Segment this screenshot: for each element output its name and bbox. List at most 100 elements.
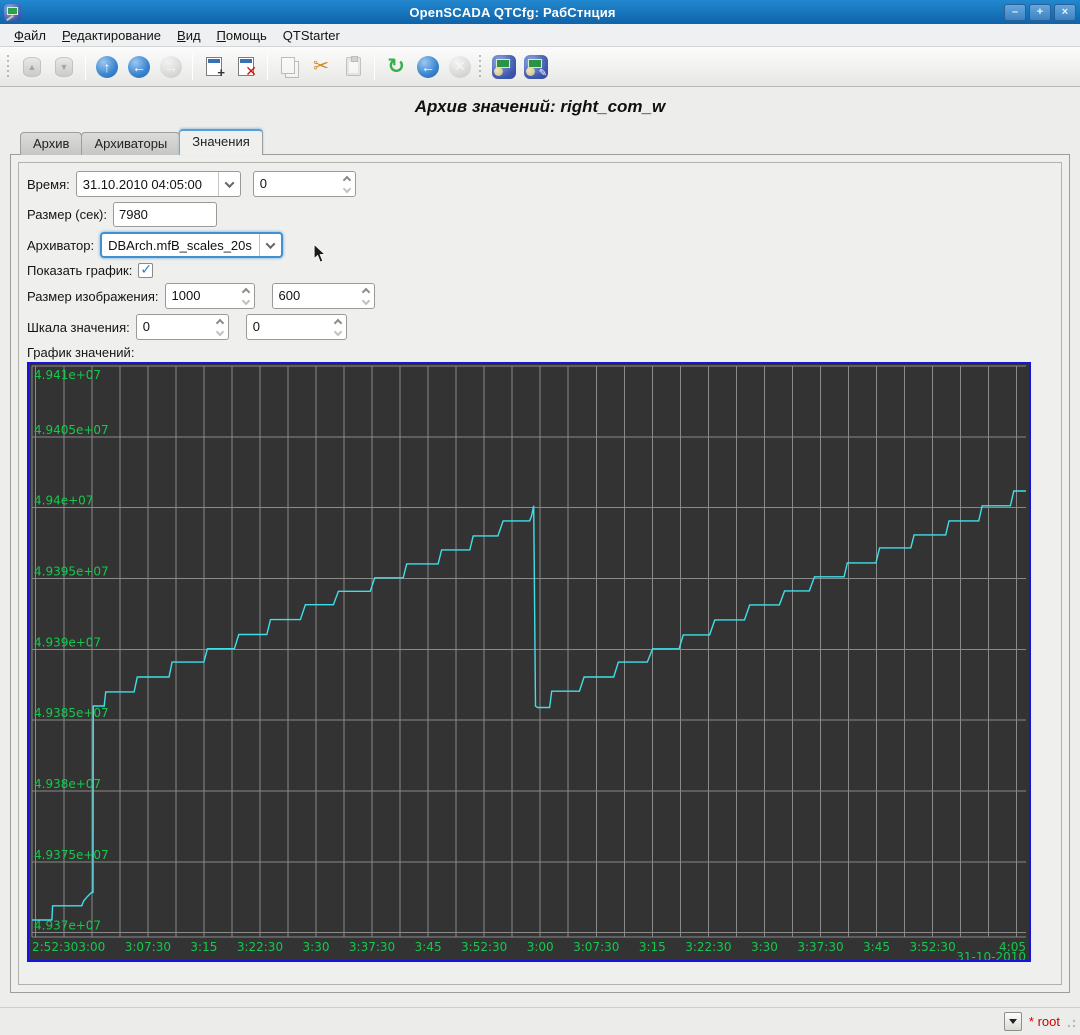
tab-values[interactable]: Значения (179, 129, 262, 155)
app-icon (4, 4, 21, 21)
item-add-button[interactable]: + (199, 52, 229, 82)
title-bar: OpenSCADA QTCfg: РабСтнция –+× (0, 0, 1080, 24)
copy-button[interactable] (274, 52, 304, 82)
cut-button[interactable]: ✂ (306, 52, 336, 82)
time-usec-value: 0 (254, 172, 340, 196)
archiver-label: Архиватор: (27, 238, 94, 253)
toolbar-separator (192, 54, 193, 80)
checkmark-icon: ✓ (140, 261, 152, 278)
qtstarter-vision-icon: ✎ (524, 55, 548, 79)
status-bar: * root (0, 1007, 1080, 1035)
show-graph-label: Показать график: (27, 263, 132, 278)
archiver-combo[interactable]: DBArch.mfB_scales_20s (100, 232, 283, 258)
resize-grip-icon[interactable] (1066, 1018, 1076, 1028)
image-width-spinbox[interactable]: 1000 (165, 283, 255, 309)
value-scale-row: Шкала значения: 0 0 (27, 314, 1055, 340)
item-delete-icon: ✕ (238, 57, 254, 76)
item-add-icon: + (206, 57, 222, 76)
time-usec-spinbox[interactable]: 0 (253, 171, 356, 197)
svg-text:4.9405e+07: 4.9405e+07 (34, 423, 109, 437)
nav-forward-button[interactable]: → (156, 52, 186, 82)
load-page-button[interactable]: ← (413, 52, 443, 82)
values-chart: 4.941e+07 4.9405e+07 4.94e+07 4.9395e+07 4.9… (27, 362, 1055, 967)
paste-button[interactable] (338, 52, 368, 82)
svg-text:3:30: 3:30 (303, 940, 330, 954)
svg-text:3:52:30: 3:52:30 (461, 940, 507, 954)
svg-text:4.9395e+07: 4.9395e+07 (34, 565, 109, 579)
nav-back-button[interactable]: ← (124, 52, 154, 82)
show-graph-row: Показать график: ✓ (27, 263, 1055, 278)
svg-text:4.94e+07: 4.94e+07 (34, 494, 93, 508)
spinner-arrows-icon[interactable] (331, 315, 346, 339)
show-graph-checkbox[interactable]: ✓ (138, 263, 153, 278)
scale-end-spinbox[interactable]: 0 (246, 314, 347, 340)
svg-text:4.941e+07: 4.941e+07 (34, 368, 101, 382)
scale-end-value: 0 (247, 315, 331, 339)
spinner-arrows-icon[interactable] (239, 284, 254, 308)
time-label: Время: (27, 177, 70, 192)
svg-text:4.9385e+07: 4.9385e+07 (34, 706, 109, 720)
tab-pane: Время: 31.10.2010 04:05:00 0 Размер (сек… (10, 154, 1070, 993)
item-delete-button[interactable]: ✕ (231, 52, 261, 82)
menu-bar: ФайлРедактированиеВидПомощьQTStarter (0, 24, 1080, 47)
qtstarter-configurator-icon (492, 55, 516, 79)
spinner-arrows-icon[interactable] (340, 172, 355, 196)
archiver-row: Архиватор: DBArch.mfB_scales_20s (27, 232, 1055, 258)
toolbar: ▲ ▼ ↑ ← → + ✕ ✂ ↻ ← ✕ ✎ (0, 47, 1080, 87)
refresh-button[interactable]: ↻ (381, 52, 411, 82)
page-title: Архив значений: right_com_w (0, 97, 1080, 117)
close-button[interactable]: × (1054, 4, 1076, 21)
image-width-value: 1000 (166, 284, 239, 308)
user-dropdown-button[interactable] (1004, 1012, 1022, 1031)
svg-text:2:52:30: 2:52:30 (32, 940, 78, 954)
size-row: Размер (сек): (27, 202, 1055, 227)
maximize-button[interactable]: + (1029, 4, 1051, 21)
nav-up-button[interactable]: ↑ (92, 52, 122, 82)
load-from-db-button[interactable]: ▲ (17, 52, 47, 82)
chevron-down-icon[interactable] (218, 172, 240, 196)
menu-item-help[interactable]: Помощь (209, 26, 275, 45)
image-size-label: Размер изображения: (27, 289, 159, 304)
save-to-db-icon: ▼ (55, 57, 73, 77)
toolbar-separator (374, 54, 375, 80)
spinner-arrows-icon[interactable] (213, 315, 228, 339)
archiver-value: DBArch.mfB_scales_20s (102, 238, 259, 253)
menu-item-qtstarter[interactable]: QTStarter (275, 26, 348, 45)
minimize-button[interactable]: – (1004, 4, 1026, 21)
refresh-icon: ↻ (387, 56, 405, 77)
stop-icon: ✕ (449, 56, 471, 78)
tab-archive[interactable]: Архив (20, 132, 82, 155)
tab-archivators[interactable]: Архиваторы (81, 132, 180, 155)
copy-icon (281, 57, 295, 74)
menu-item-file[interactable]: Файл (6, 26, 54, 45)
svg-text:3:37:30: 3:37:30 (349, 940, 395, 954)
svg-text:3:07:30: 3:07:30 (573, 940, 619, 954)
spinner-arrows-icon[interactable] (359, 284, 374, 308)
chevron-down-icon[interactable] (259, 234, 281, 256)
scale-begin-spinbox[interactable]: 0 (136, 314, 229, 340)
svg-text:3:52:30: 3:52:30 (909, 940, 955, 954)
toolbar-separator (267, 54, 268, 80)
load-from-db-icon: ▲ (23, 57, 41, 77)
nav-back-icon: ← (128, 56, 150, 78)
svg-text:3:22:30: 3:22:30 (685, 940, 731, 954)
menu-item-view[interactable]: Вид (169, 26, 209, 45)
stop-button[interactable]: ✕ (445, 52, 475, 82)
svg-text:3:37:30: 3:37:30 (797, 940, 843, 954)
toolbar-handle[interactable] (7, 55, 13, 79)
menu-item-edit[interactable]: Редактирование (54, 26, 169, 45)
value-scale-label: Шкала значения: (27, 320, 130, 335)
time-combo[interactable]: 31.10.2010 04:05:00 (76, 171, 241, 197)
window-controls: –+× (1004, 4, 1076, 21)
qtstarter-configurator-button[interactable] (489, 52, 519, 82)
load-page-icon: ← (417, 56, 439, 78)
svg-text:3:30: 3:30 (751, 940, 778, 954)
save-to-db-button[interactable]: ▼ (49, 52, 79, 82)
svg-text:3:45: 3:45 (415, 940, 442, 954)
toolbar-handle (479, 55, 485, 79)
svg-text:3:00: 3:00 (527, 940, 554, 954)
cut-icon: ✂ (313, 55, 329, 78)
size-input[interactable] (113, 202, 217, 227)
qtstarter-vision-button[interactable]: ✎ (521, 52, 551, 82)
image-height-spinbox[interactable]: 600 (272, 283, 375, 309)
